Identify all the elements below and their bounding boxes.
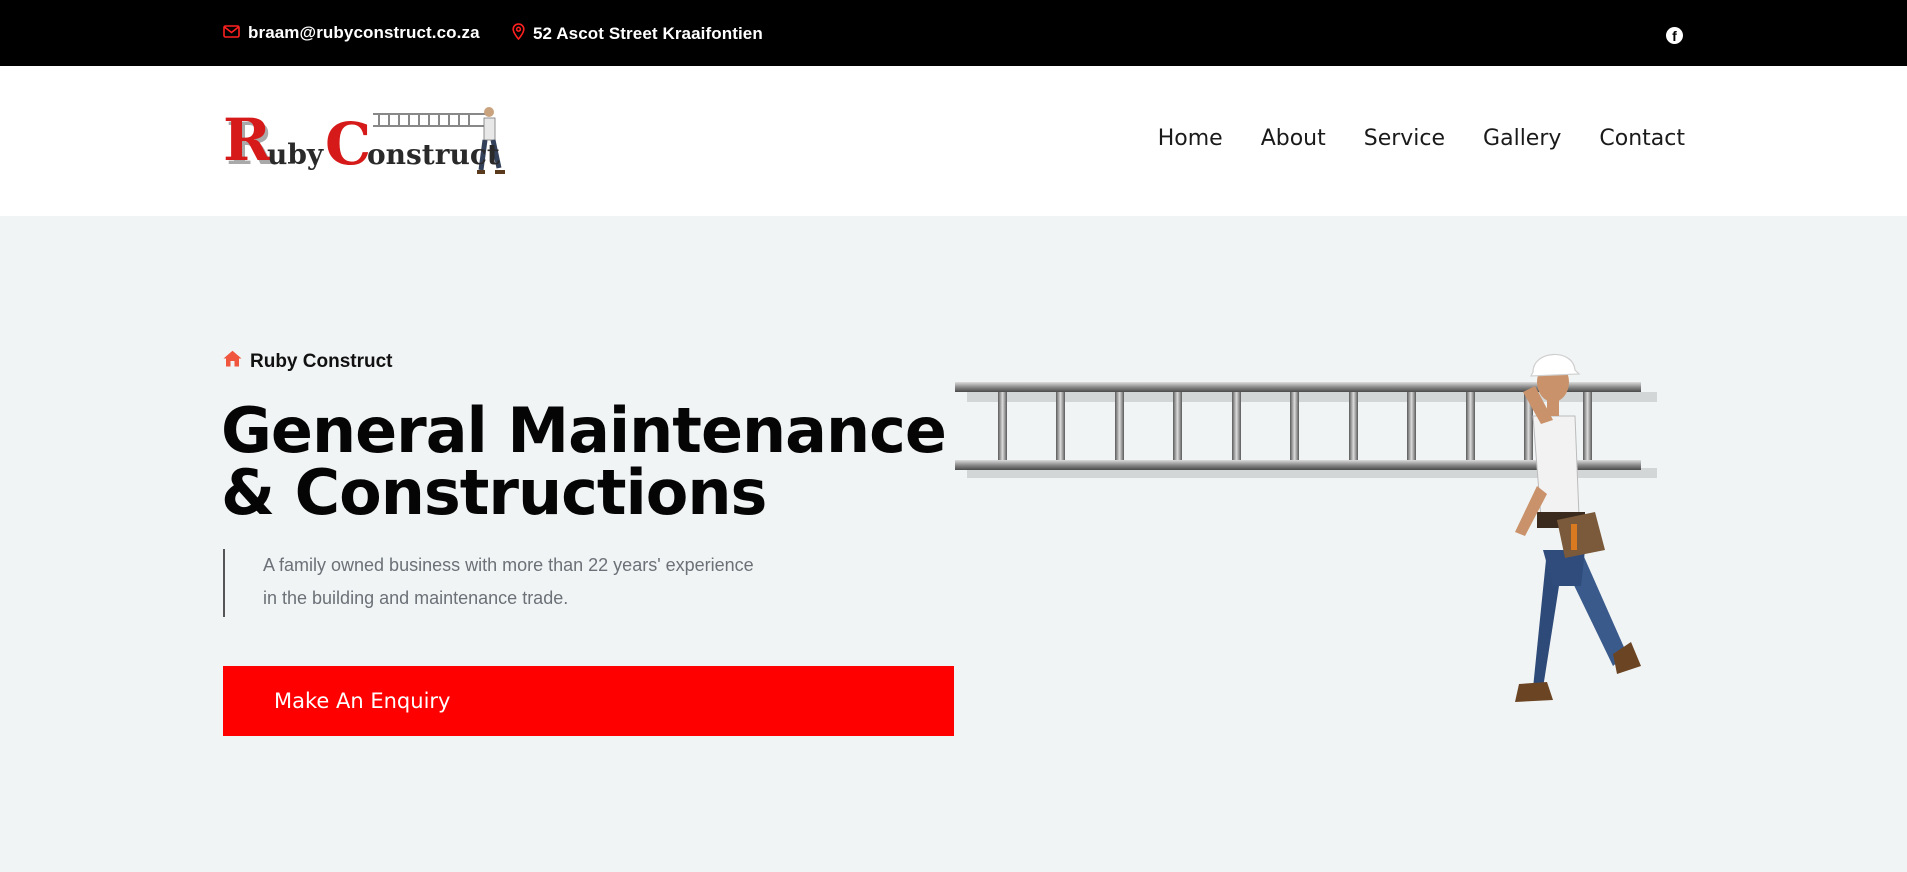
home-icon — [223, 350, 242, 373]
nav-gallery[interactable]: Gallery — [1483, 126, 1561, 151]
mail-icon — [223, 23, 240, 43]
topbar-email[interactable]: braam@rubyconstruct.co.za — [223, 23, 480, 43]
topbar-email-text[interactable]: braam@rubyconstruct.co.za — [248, 23, 480, 43]
make-enquiry-button[interactable]: Make An Enquiry — [223, 666, 954, 736]
logo-r: R — [223, 106, 272, 174]
site-header: R R uby C onstruct Home About Service Ga… — [0, 66, 1907, 216]
ruby-construct-logo[interactable]: R R uby C onstruct — [223, 102, 513, 182]
topbar-address-text: 52 Ascot Street Kraaifontien — [533, 24, 763, 43]
facebook-icon[interactable]: f — [1666, 27, 1683, 44]
nav-home[interactable]: Home — [1158, 126, 1223, 151]
logo-uby: uby — [267, 138, 324, 171]
nav-about[interactable]: About — [1261, 126, 1326, 151]
logo-c: C — [325, 110, 371, 178]
map-pin-icon — [512, 23, 525, 45]
hero-section: Ruby Construct General Maintenance & Con… — [0, 216, 1907, 872]
logo-onstruct: onstruct — [367, 138, 500, 171]
topbar-address: 52 Ascot Street Kraaifontien — [512, 23, 763, 45]
nav-contact[interactable]: Contact — [1599, 126, 1685, 151]
nav-service[interactable]: Service — [1364, 126, 1445, 151]
logo-ladder — [373, 113, 485, 127]
hero-kicker-text: Ruby Construct — [250, 350, 393, 372]
hero-description: A family owned business with more than 2… — [223, 549, 823, 617]
hero-headline: General Maintenance & Constructions — [221, 400, 981, 524]
worker-carrying-ladder-illustration — [953, 336, 1683, 766]
hero-headline-line2: & Constructions — [221, 456, 767, 529]
main-nav: Home About Service Gallery Contact — [1158, 126, 1685, 151]
hero-description-line1: A family owned business with more than 2… — [263, 555, 754, 575]
hero-kicker: Ruby Construct — [223, 350, 393, 373]
top-bar: braam@rubyconstruct.co.za 52 Ascot Stree… — [0, 0, 1907, 66]
hero-description-line2: in the building and maintenance trade. — [263, 588, 569, 608]
